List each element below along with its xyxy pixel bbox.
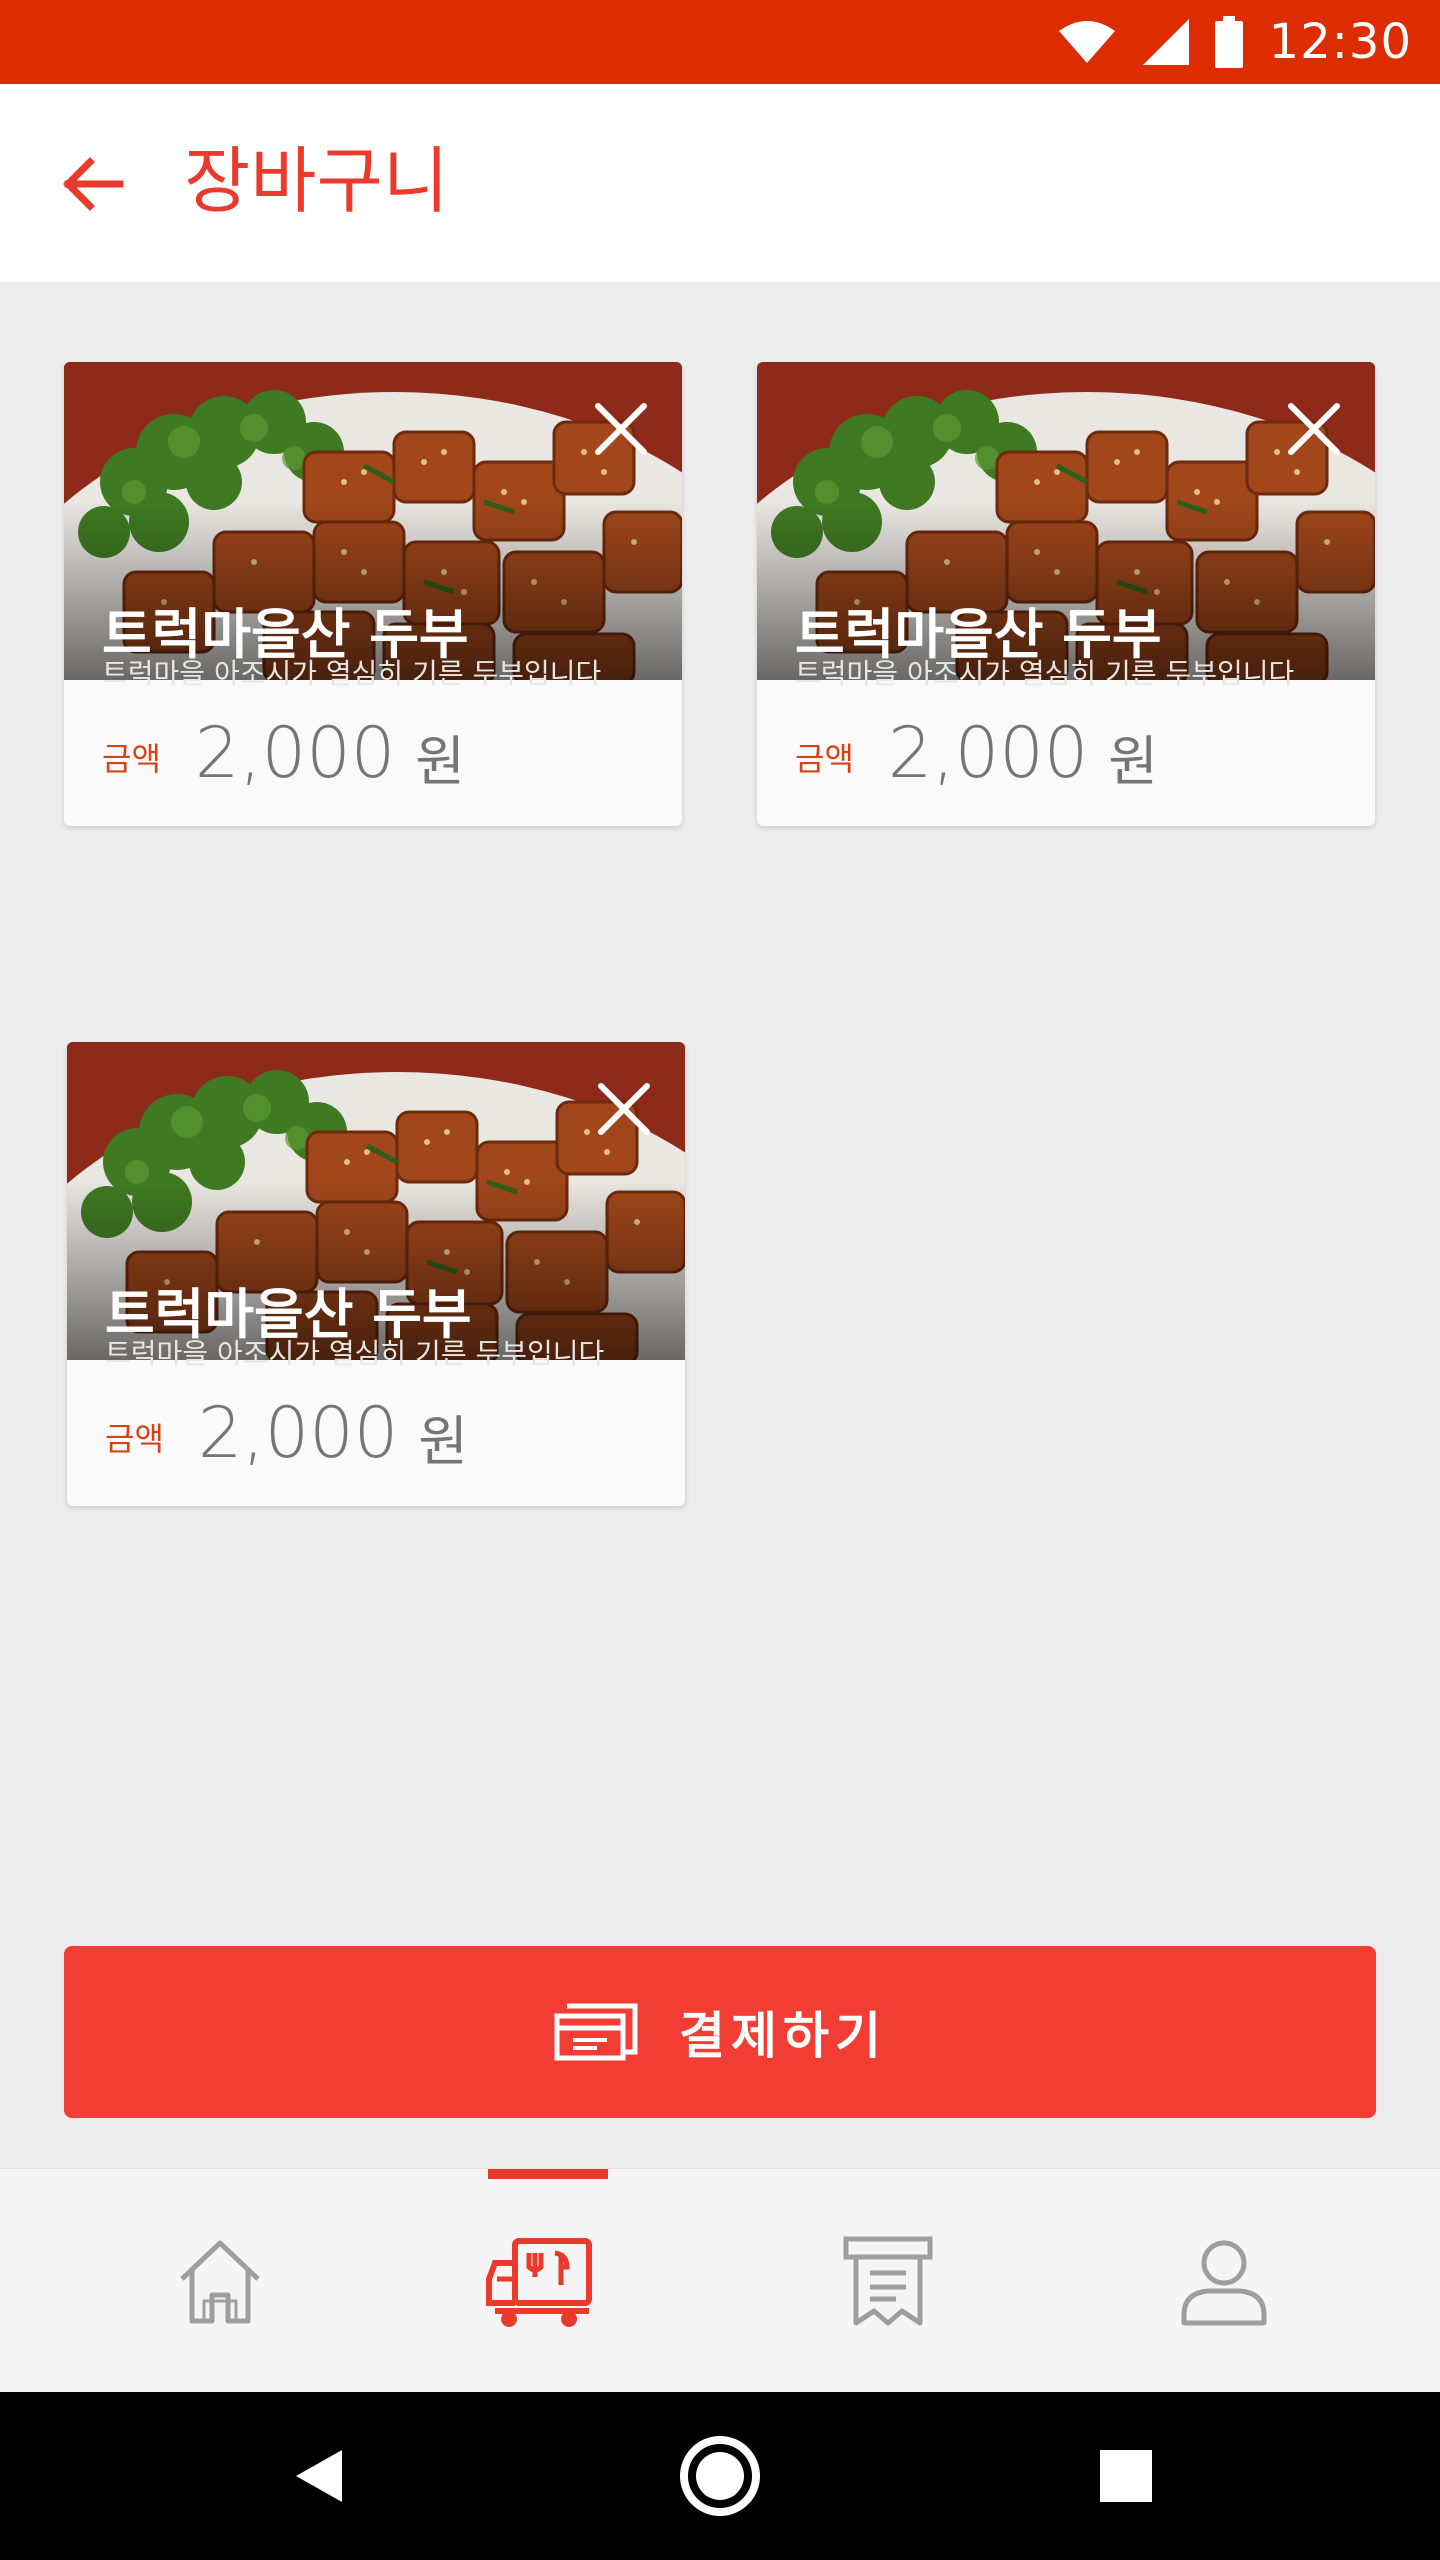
status-time: 12:30 [1268, 14, 1412, 70]
remove-item-button[interactable] [590, 398, 652, 460]
price-value: 2,000 [194, 712, 396, 794]
price-label: 금액 [105, 1420, 164, 1458]
cellular-signal-icon [1141, 17, 1191, 67]
cart-item-card[interactable]: 트럭마을산 두부 트럭마을 아조시가 열심히 기른 두부입니다 금액 2,000 원 [757, 362, 1375, 826]
remove-item-button[interactable] [593, 1078, 655, 1140]
back-triangle-icon [296, 2450, 342, 2502]
status-bar: 12:30 [0, 0, 1440, 84]
cart-item-card[interactable]: 트럭마을산 두부 트럭마을 아조시가 열심히 기른 두부입니다 금액 2,000 원 [67, 1042, 685, 1506]
price-currency: 원 [415, 729, 465, 793]
price-value: 2,000 [887, 712, 1089, 794]
system-recents-button[interactable] [1076, 2426, 1176, 2526]
back-button[interactable] [52, 144, 132, 224]
system-home-button[interactable] [670, 2426, 770, 2526]
nav-receipt[interactable] [708, 2169, 1068, 2393]
product-description: 트럭마을 아조시가 열심히 기른 두부입니다 [105, 1337, 605, 1370]
price-label: 금액 [102, 740, 161, 778]
nav-home[interactable] [40, 2169, 400, 2393]
food-truck-icon [486, 2238, 592, 2327]
recents-square-icon [1100, 2450, 1152, 2502]
wifi-icon [1057, 19, 1117, 65]
receipt-icon [843, 2236, 933, 2326]
close-icon [598, 1083, 650, 1135]
home-icon [180, 2240, 260, 2324]
remove-item-button[interactable] [1283, 398, 1345, 460]
price-currency: 원 [1108, 729, 1158, 793]
nav-food-truck[interactable] [360, 2169, 720, 2393]
arrow-left-icon [63, 157, 124, 211]
nav-profile[interactable] [1044, 2169, 1404, 2393]
person-icon [1181, 2240, 1267, 2326]
cart-item-card[interactable]: 트럭마을산 두부 트럭마을 아조시가 열심히 기른 두부입니다 금액 2,000 원 [64, 362, 682, 826]
checkout-button[interactable]: 결제하기 [64, 1946, 1376, 2118]
battery-icon [1214, 16, 1243, 68]
product-description: 트럭마을 아조시가 열심히 기른 두부입니다 [102, 657, 602, 690]
system-back-button[interactable] [268, 2426, 368, 2526]
close-icon [595, 403, 647, 455]
checkout-label: 결제하기 [679, 2007, 887, 2065]
bottom-navigation [0, 2168, 1440, 2392]
price-row: 금액 2,000 원 [757, 680, 1375, 826]
app-bar: 장바구니 [0, 84, 1440, 282]
page-title: 장바구니 [184, 139, 449, 223]
payment-card-icon [553, 2002, 639, 2062]
system-navigation-bar [0, 2392, 1440, 2560]
price-label: 금액 [795, 740, 854, 778]
home-circle-icon [680, 2436, 760, 2516]
price-currency: 원 [418, 1409, 468, 1473]
close-icon [1288, 403, 1340, 455]
price-row: 금액 2,000 원 [64, 680, 682, 826]
price-row: 금액 2,000 원 [67, 1360, 685, 1506]
product-description: 트럭마을 아조시가 열심히 기른 두부입니다 [795, 657, 1295, 690]
price-value: 2,000 [197, 1392, 399, 1474]
